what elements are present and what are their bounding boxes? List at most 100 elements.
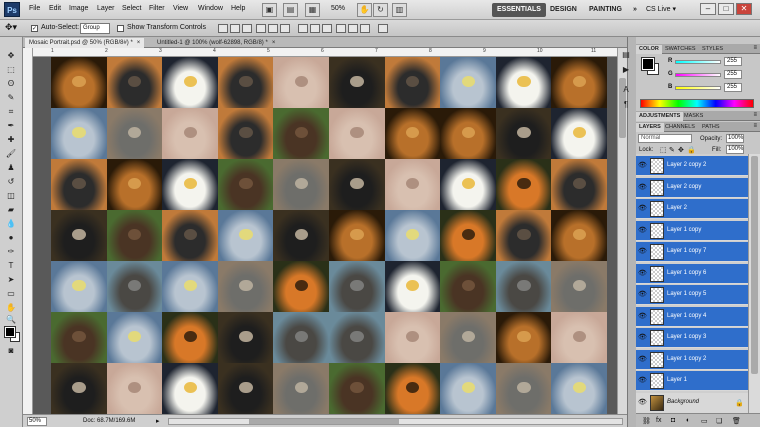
align-vcenter-icon[interactable] (230, 24, 240, 33)
shape-tool-icon[interactable]: ▭ (4, 288, 18, 299)
menu-window[interactable]: Window (198, 5, 223, 12)
lasso-tool-icon[interactable]: ʘ (4, 78, 18, 89)
mini-bridge-icon[interactable]: ▤ (283, 3, 298, 17)
maximize-icon[interactable]: □ (718, 3, 734, 15)
character-panel-icon[interactable]: A (619, 84, 633, 96)
new-layer-icon[interactable]: ❏ (716, 417, 722, 425)
visibility-eye-icon[interactable]: 👁 (638, 291, 647, 299)
foreground-color-swatch[interactable] (4, 326, 16, 338)
visibility-eye-icon[interactable]: 👁 (638, 270, 647, 278)
scrollbar-thumb[interactable] (751, 156, 758, 374)
workspace-design[interactable]: DESIGN (545, 3, 582, 17)
tab-color[interactable]: COLOR (636, 45, 662, 54)
layer-name[interactable]: Layer 1 copy 2 (667, 356, 706, 362)
layer-row[interactable]: 👁 Layer 1 copy (636, 220, 748, 241)
layer-name[interactable]: Layer 1 copy 3 (667, 334, 706, 340)
distribute-vcenter-icon[interactable] (310, 24, 320, 33)
menu-layer[interactable]: Layer (97, 5, 115, 12)
layer-name[interactable]: Layer 1 copy 5 (667, 291, 706, 297)
clone-stamp-tool-icon[interactable]: ♟ (4, 162, 18, 173)
zoom-tool-icon[interactable]: 🔍 (4, 314, 18, 325)
visibility-eye-icon[interactable]: 👁 (638, 162, 647, 170)
scrollbar-thumb[interactable] (249, 419, 399, 424)
status-zoom-field[interactable]: 50% (27, 417, 47, 426)
blur-tool-icon[interactable]: 💧 (4, 218, 18, 229)
show-transform-checkbox[interactable] (117, 25, 124, 32)
close-tab-icon[interactable]: × (272, 40, 276, 46)
visibility-eye-icon[interactable]: 👁 (638, 334, 647, 342)
link-layers-icon[interactable]: ⛓ (642, 417, 651, 425)
marquee-tool-icon[interactable]: ⬚ (4, 64, 18, 75)
layers-scrollbar[interactable] (748, 154, 760, 413)
eraser-tool-icon[interactable]: ◫ (4, 190, 18, 201)
history-panel-icon[interactable]: ▤ (619, 49, 633, 61)
layer-name[interactable]: Layer 1 (667, 377, 687, 383)
menu-help[interactable]: Help (231, 5, 245, 12)
actions-panel-icon[interactable]: ▶ (619, 64, 633, 76)
distribute-top-icon[interactable] (298, 24, 308, 33)
arrange-documents-icon[interactable]: ▥ (392, 3, 407, 17)
layer-style-icon[interactable]: fx (656, 417, 661, 424)
visibility-eye-icon[interactable]: 👁 (638, 377, 647, 385)
distribute-right-icon[interactable] (360, 24, 370, 33)
fill-field[interactable]: 100% (726, 145, 744, 154)
menu-edit[interactable]: Edit (49, 5, 61, 12)
distribute-hcenter-icon[interactable] (348, 24, 358, 33)
align-top-icon[interactable] (218, 24, 228, 33)
visibility-eye-icon[interactable]: 👁 (638, 205, 647, 213)
visibility-eye-icon[interactable]: 👁 (638, 313, 647, 321)
layer-row[interactable]: 👁 Layer 1 copy 7 (636, 242, 748, 262)
align-hcenter-icon[interactable] (268, 24, 278, 33)
menu-view[interactable]: View (173, 5, 188, 12)
tab-styles[interactable]: STYLES (699, 45, 726, 54)
tab-layers[interactable]: LAYERS (636, 123, 664, 132)
layer-name[interactable]: Layer 1 copy 7 (667, 248, 706, 254)
minimize-icon[interactable]: – (700, 3, 716, 15)
visibility-eye-icon[interactable]: 👁 (638, 184, 647, 192)
history-brush-tool-icon[interactable]: ↺ (4, 176, 18, 187)
document-canvas[interactable] (33, 57, 617, 414)
cs-live-menu[interactable]: CS Live ▾ (646, 5, 676, 13)
bridge-icon[interactable]: ▣ (262, 3, 277, 17)
menu-filter[interactable]: Filter (149, 5, 165, 12)
layer-row[interactable]: 👁 Layer 2 copy 2 (636, 156, 748, 176)
layer-row[interactable]: 👁 Layer 1 (636, 371, 748, 391)
close-icon[interactable]: ✕ (736, 3, 752, 15)
quick-select-tool-icon[interactable]: ✎ (4, 92, 18, 103)
layer-row[interactable]: 👁 Layer 1 copy 4 (636, 306, 748, 327)
tab-paths[interactable]: PATHS (699, 123, 723, 132)
lock-position-icon[interactable]: ✥ (678, 146, 684, 154)
menu-select[interactable]: Select (122, 5, 141, 12)
move-tool-icon[interactable]: ✥ (4, 50, 18, 61)
visibility-eye-icon[interactable]: 👁 (638, 399, 647, 407)
tab-mosaic-portrait[interactable]: Mosaic Portrait.psd @ 50% (RGB/8#) * × (25, 38, 145, 48)
menu-image[interactable]: Image (69, 5, 88, 12)
layer-name[interactable]: Layer 2 copy 2 (667, 162, 706, 168)
new-group-icon[interactable]: ▭ (701, 417, 708, 425)
close-tab-icon[interactable]: × (137, 40, 141, 46)
gradient-tool-icon[interactable]: ▰ (4, 204, 18, 215)
quick-mask-icon[interactable]: ◙ (4, 345, 18, 356)
channel-b-value[interactable]: 255 (724, 83, 742, 92)
delete-layer-icon[interactable]: 🗑 (732, 417, 741, 425)
menu-file[interactable]: File (29, 5, 40, 12)
auto-select-dropdown[interactable]: Group (80, 23, 110, 34)
align-right-icon[interactable] (280, 24, 290, 33)
channel-r-slider[interactable] (675, 60, 721, 64)
type-tool-icon[interactable]: T (4, 260, 18, 271)
visibility-eye-icon[interactable]: 👁 (638, 356, 647, 364)
layer-name[interactable]: Layer 1 copy 6 (667, 270, 706, 276)
panel-menu-icon[interactable]: ≡ (753, 45, 757, 51)
visibility-eye-icon[interactable]: 👁 (638, 248, 647, 256)
visibility-eye-icon[interactable]: 👁 (638, 227, 647, 235)
adjustment-layer-icon[interactable]: ◐ (686, 417, 690, 424)
move-tool-icon[interactable]: ✥▾ (5, 22, 17, 33)
layer-name[interactable]: Layer 2 copy (667, 184, 701, 190)
lock-image-icon[interactable]: ✎ (669, 146, 675, 154)
layer-row[interactable]: 👁 Layer 1 copy 2 (636, 349, 748, 370)
status-menu-arrow-icon[interactable]: ▸ (156, 417, 160, 425)
add-mask-icon[interactable]: ◘ (671, 417, 675, 424)
workspace-essentials[interactable]: ESSENTIALS (492, 3, 546, 17)
channel-r-value[interactable]: 255 (724, 57, 742, 66)
more-workspaces-icon[interactable]: » (628, 3, 642, 17)
